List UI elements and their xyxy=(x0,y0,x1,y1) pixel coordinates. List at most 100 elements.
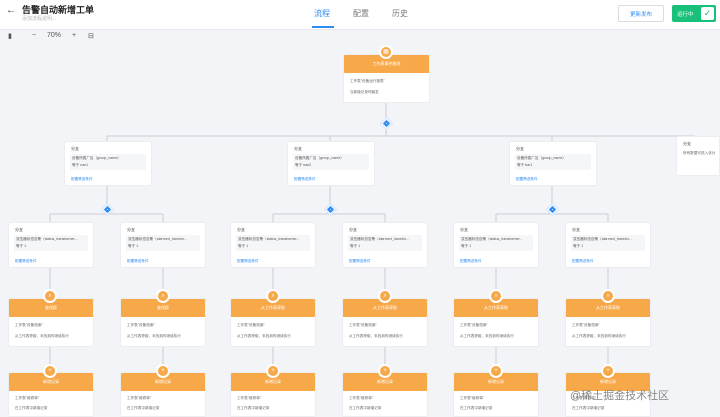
add-record-icon: + xyxy=(266,364,280,378)
branch-title: 分支 xyxy=(15,227,23,232)
config-filter-link[interactable]: 配置筛选条件 xyxy=(349,259,371,264)
node-worksheet: 工作表"设备档案" xyxy=(572,323,600,327)
watermark: @稀土掘金技术社区 xyxy=(570,390,670,402)
config-filter-link[interactable]: 配置筛选条件 xyxy=(572,259,594,264)
running-toggle[interactable]: 运行中 ✓ xyxy=(672,5,716,22)
search-icon: ⌕ xyxy=(378,289,392,303)
create-record-node[interactable]: 新增记录 工作表"维修单" 在工作表中新增记录 xyxy=(8,372,94,417)
tab-flow[interactable]: 流程 xyxy=(314,8,330,19)
branch-condition: 变压器状态告警（alarmed_transfor... 等于 1 xyxy=(571,235,645,251)
search-icon: ⌕ xyxy=(489,289,503,303)
branch-title: 分支 xyxy=(127,227,135,232)
add-record-icon: + xyxy=(43,364,57,378)
node-description: 从工作表获取，未找到时继续执行 xyxy=(15,334,69,338)
node-description: 从工作表获取，未找到时继续执行 xyxy=(237,334,291,338)
lookup-node[interactable]: 从工作表获取 工作表"设备档案" 从工作表获取，未找到时继续执行 xyxy=(453,298,539,347)
lookup-node[interactable]: 从工作表获取 工作表"设备档案" 从工作表获取，未找到时继续执行 xyxy=(565,298,651,347)
search-icon: ⌕ xyxy=(601,289,615,303)
condition-field: 变压器状态告警（alarmed_transfor... xyxy=(350,237,409,241)
create-record-node[interactable]: 新增记录 工作表"维修单" 在工作表中新增记录 xyxy=(453,372,539,417)
node-worksheet: 工作表"设备档案" xyxy=(460,323,488,327)
create-record-node[interactable]: 新增记录 工作表"维修单" 在工作表中新增记录 xyxy=(120,372,206,417)
sub-branch-card[interactable]: 分支 变压器状态告警（status_transformer... 等于 1 配置… xyxy=(230,222,316,268)
node-worksheet: 工作表"维修单" xyxy=(349,396,374,400)
add-record-icon: + xyxy=(601,364,615,378)
lookup-node[interactable]: 查找群 工作表"设备档案" 从工作表获取，未找到时继续执行 xyxy=(120,298,206,347)
trigger-worksheet: 工作表"设备运行报表" xyxy=(350,79,385,83)
table-icon: ▦ xyxy=(379,45,393,59)
arrow-left-icon[interactable]: ← xyxy=(6,5,16,16)
lookup-node[interactable]: 查找群 工作表"设备档案" 从工作表获取，未找到时继续执行 xyxy=(8,298,94,347)
config-filter-link[interactable]: 配置筛选条件 xyxy=(294,177,316,182)
zoom-level: 70% xyxy=(47,32,62,39)
trigger-node[interactable]: 工作表事件触发 工作表"设备运行报表" 当新增记录时触发 xyxy=(343,54,430,103)
condition-field: 变压器状态告警（status_transformer... xyxy=(16,237,78,241)
node-description: 在工作表中新增记录 xyxy=(127,406,160,410)
branch-title: 分支 xyxy=(294,146,302,151)
branch-condition: 变压器状态告警（status_transformer... 等于 1 xyxy=(459,235,533,251)
page-description[interactable]: 添加流程说明... xyxy=(22,15,56,22)
condition-field: 变压器状态告警（alarmed_transfor... xyxy=(573,237,632,241)
node-description: 在工作表中新增记录 xyxy=(349,406,382,410)
node-description: 在工作表中新增记录 xyxy=(460,406,493,410)
branch-title: 分支 xyxy=(572,227,580,232)
top-header: ← 告警自动新增工单 添加流程说明... 流程 配置 历史 更新发布 运行中 ✓ xyxy=(0,0,720,30)
lookup-node[interactable]: 从工作表获取 工作表"设备档案" 从工作表获取，未找到时继续执行 xyxy=(230,298,316,347)
node-description: 在工作表中新增记录 xyxy=(237,406,270,410)
node-description: 从工作表获取，未找到时继续执行 xyxy=(572,334,626,338)
config-filter-link[interactable]: 配置筛选条件 xyxy=(460,259,482,264)
branch-title: 分支 xyxy=(237,227,245,232)
node-worksheet: 工作表"维修单" xyxy=(15,396,40,400)
branch-title: 分支 xyxy=(460,227,468,232)
config-filter-link[interactable]: 配置筛选条件 xyxy=(71,177,93,182)
condition-field: 设备所属厂区（group_name） xyxy=(517,156,566,160)
active-tab-indicator xyxy=(312,26,334,28)
node-description: 从工作表获取，未找到时继续执行 xyxy=(349,334,403,338)
condition-value: 等于 1 xyxy=(238,244,249,248)
lookup-node[interactable]: 从工作表获取 工作表"设备档案" 从工作表获取，未找到时继续执行 xyxy=(342,298,428,347)
condition-value: 等于 1 xyxy=(350,244,361,248)
zoom-out-button[interactable]: − xyxy=(32,32,36,39)
branch-card[interactable]: 分支 设备所属厂区（group_name） 等于 bar1 配置筛选条件 xyxy=(509,141,597,186)
node-description: 从工作表获取，未找到时继续执行 xyxy=(127,334,181,338)
branch-title: 分支 xyxy=(349,227,357,232)
condition-field: 变压器状态告警（status_transformer... xyxy=(238,237,300,241)
branch-card[interactable]: 分支 设备所属厂区（group_name） 等于 nan2 配置筛选条件 xyxy=(287,141,375,186)
branch-card-else[interactable]: 分支 所有数据可进入该分 xyxy=(676,136,720,176)
publish-button[interactable]: 更新发布 xyxy=(618,5,664,22)
condition-field: 设备所属厂区（group_name） xyxy=(295,156,344,160)
tab-config[interactable]: 配置 xyxy=(353,8,369,19)
config-filter-link[interactable]: 配置筛选条件 xyxy=(516,177,538,182)
sub-branch-card[interactable]: 分支 变压器状态告警（alarmed_transfor... 等于 1 配置筛选… xyxy=(120,222,206,268)
sub-branch-card[interactable]: 分支 变压器状态告警（alarmed_transfor... 等于 1 配置筛选… xyxy=(342,222,428,268)
node-description: 在工作表中新增记录 xyxy=(15,406,48,410)
branch-condition: 变压器状态告警（status_transformer... 等于 1 xyxy=(14,235,88,251)
node-description: 在工作表中新增记录 xyxy=(572,406,605,410)
create-record-node[interactable]: 新增记录 工作表"维修单" 在工作表中新增记录 xyxy=(230,372,316,417)
search-icon: ⌕ xyxy=(156,289,170,303)
search-icon: ⌕ xyxy=(266,289,280,303)
fit-view-icon[interactable]: ⊟ xyxy=(88,32,94,40)
sub-branch-card[interactable]: 分支 变压器状态告警（status_transformer... 等于 1 配置… xyxy=(8,222,94,268)
zoom-in-button[interactable]: + xyxy=(72,32,76,39)
add-record-icon: + xyxy=(378,364,392,378)
trigger-event: 当新增记录时触发 xyxy=(350,90,379,94)
branch-condition: 设备所属厂区（group_name） 等于 nan2 xyxy=(293,154,369,170)
branch-card[interactable]: 分支 设备所属厂区（group_name） 等于 nan1 配置筛选条件 xyxy=(64,141,152,186)
branch-condition: 设备所属厂区（group_name） 等于 nan1 xyxy=(70,154,146,170)
config-filter-link[interactable]: 配置筛选条件 xyxy=(127,259,149,264)
node-worksheet: 工作表"设备档案" xyxy=(127,323,155,327)
add-record-icon: + xyxy=(489,364,503,378)
sub-branch-card[interactable]: 分支 变压器状态告警（status_transformer... 等于 1 配置… xyxy=(453,222,539,268)
node-description: 从工作表获取，未找到时继续执行 xyxy=(460,334,514,338)
tab-history[interactable]: 历史 xyxy=(392,8,408,19)
node-worksheet: 工作表"维修单" xyxy=(127,396,152,400)
map-icon[interactable]: ▮ xyxy=(8,32,12,40)
sub-branch-card[interactable]: 分支 变压器状态告警（alarmed_transfor... 等于 1 配置筛选… xyxy=(565,222,651,268)
branch-condition: 变压器状态告警（alarmed_transfor... 等于 1 xyxy=(348,235,422,251)
config-filter-link[interactable]: 配置筛选条件 xyxy=(237,259,259,264)
config-filter-link[interactable]: 配置筛选条件 xyxy=(15,259,37,264)
branch-condition: 变压器状态告警（status_transformer... 等于 1 xyxy=(236,235,310,251)
condition-value: 等于 1 xyxy=(573,244,584,248)
create-record-node[interactable]: 新增记录 工作表"维修单" 在工作表中新增记录 xyxy=(342,372,428,417)
